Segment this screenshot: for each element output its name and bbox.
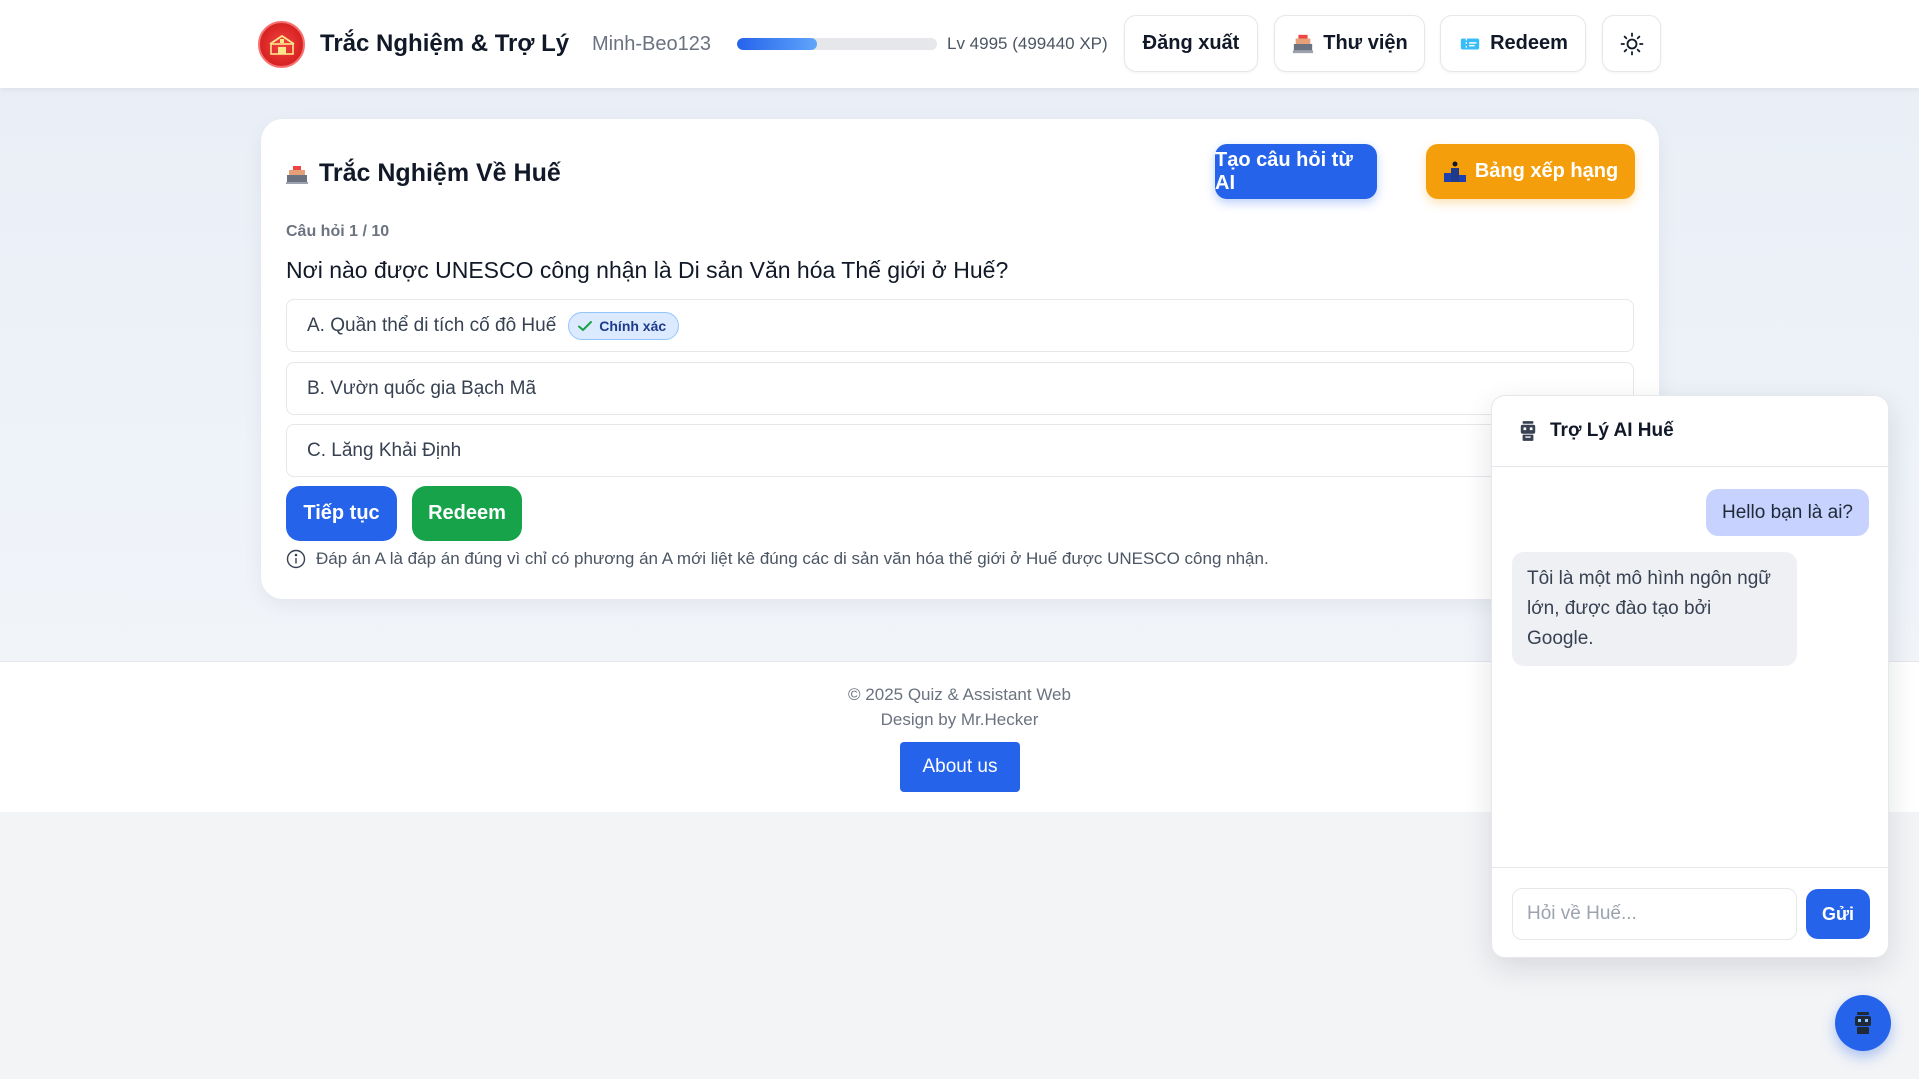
about-us-button[interactable]: About us: [900, 742, 1020, 792]
answer-option-label: A. Quần thể di tích cố đô Huế: [307, 314, 557, 336]
leaderboard-button[interactable]: Bảng xếp hạng: [1426, 144, 1635, 199]
chat-title: Trợ Lý AI Huế: [1550, 420, 1674, 441]
question-counter: Câu hỏi 1 / 10: [286, 223, 390, 240]
xp-progress-bar: [737, 38, 937, 50]
quiz-title-text: Trắc Nghiệm Về Huế: [319, 159, 561, 187]
check-icon: [578, 320, 593, 331]
answer-option-b[interactable]: B. Vườn quốc gia Bạch Mã: [286, 362, 1634, 415]
robot-icon: [1855, 1012, 1871, 1034]
citadel-logo-icon: [269, 34, 294, 55]
correct-badge-label: Chính xác: [599, 317, 667, 334]
podium-icon: [1443, 160, 1467, 184]
chat-input[interactable]: [1512, 888, 1797, 940]
logo[interactable]: [258, 21, 305, 68]
library-button[interactable]: Thư viện: [1274, 15, 1425, 72]
bot-message: Tôi là một mô hình ngôn ngữ lớn, được đà…: [1512, 552, 1797, 666]
library-label: Thư viện: [1323, 32, 1408, 54]
correct-badge: Chính xác: [568, 311, 680, 340]
chat-header: Trợ Lý AI Huế: [1492, 396, 1888, 467]
sun-icon: [1620, 32, 1644, 56]
answer-option-a[interactable]: A. Quần thể di tích cố đô Huế Chính xác: [286, 299, 1634, 352]
answer-option-label: C. Lăng Khải Định: [307, 439, 462, 461]
continue-button[interactable]: Tiếp tục: [286, 486, 397, 541]
ai-chat-panel: Trợ Lý AI Huế Hello bạn là ai? Tôi là mộ…: [1491, 395, 1889, 958]
answer-option-c[interactable]: C. Lăng Khải Định: [286, 424, 1634, 477]
chat-toggle-button[interactable]: [1835, 995, 1891, 1051]
citadel-icon: [285, 162, 309, 186]
info-icon: [286, 549, 306, 569]
robot-icon: [1516, 419, 1540, 443]
logout-label: Đăng xuất: [1142, 32, 1240, 54]
redeem-nav-label: Redeem: [1490, 32, 1568, 54]
logout-button[interactable]: Đăng xuất: [1124, 15, 1258, 72]
username: Minh-Beo123: [592, 33, 711, 55]
redeem-button[interactable]: Redeem: [412, 486, 522, 541]
leaderboard-label: Bảng xếp hạng: [1474, 160, 1619, 182]
xp-progress-fill: [737, 38, 817, 50]
chat-input-bar: Gửi: [1492, 867, 1888, 957]
quiz-card: Trắc Nghiệm Về Huế Tạo câu hỏi từ AI Bản…: [261, 119, 1659, 599]
user-message: Hello bạn là ai?: [1706, 489, 1869, 536]
brand-title[interactable]: Trắc Nghiệm & Trợ Lý: [320, 30, 569, 58]
library-icon: [1291, 32, 1315, 56]
explanation-text: Đáp án A là đáp án đúng vì chỉ có phương…: [316, 549, 1269, 568]
explanation: Đáp án A là đáp án đúng vì chỉ có phương…: [286, 549, 1269, 569]
redeem-nav-button[interactable]: Redeem: [1440, 15, 1586, 72]
send-button[interactable]: Gửi: [1806, 889, 1870, 939]
ticket-icon: [1458, 32, 1482, 56]
level-text: Lv 4995 (499440 XP): [947, 34, 1108, 53]
answer-option-label: B. Vườn quốc gia Bạch Mã: [307, 377, 537, 399]
generate-ai-question-button[interactable]: Tạo câu hỏi từ AI: [1215, 144, 1377, 199]
top-navbar: Trắc Nghiệm & Trợ Lý Minh-Beo123 Lv 4995…: [0, 0, 1919, 88]
question-text: Nơi nào được UNESCO công nhận là Di sản …: [286, 257, 1009, 283]
quiz-title: Trắc Nghiệm Về Huế: [285, 159, 561, 188]
theme-toggle-button[interactable]: [1602, 15, 1661, 72]
